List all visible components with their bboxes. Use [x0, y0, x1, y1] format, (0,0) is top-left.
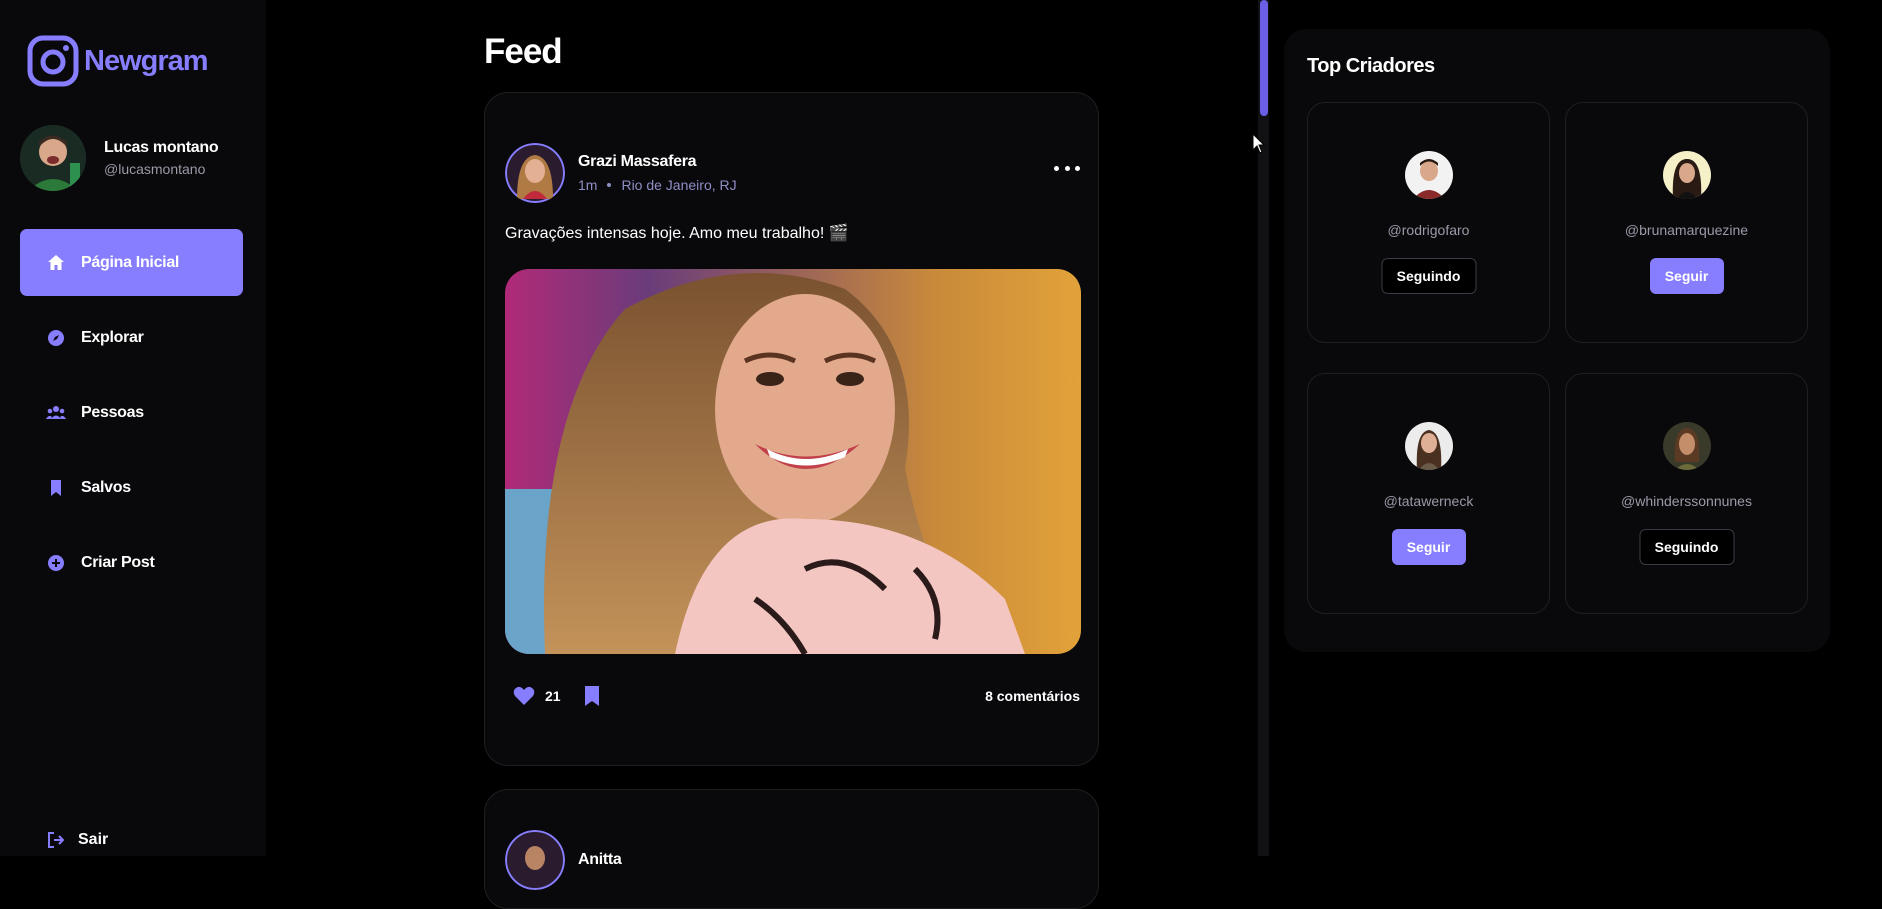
creator-handle: @brunamarquezine: [1624, 222, 1749, 238]
likes-count: 21: [545, 688, 561, 704]
nav-item-saved[interactable]: Salvos: [20, 454, 243, 521]
creator-card[interactable]: @brunamarquezine Seguir: [1565, 102, 1808, 343]
nav-item-people[interactable]: Pessoas: [20, 379, 243, 446]
scrollbar-thumb[interactable]: [1260, 0, 1268, 116]
bookmark-icon[interactable]: [583, 685, 601, 707]
nav-label-home: Página Inicial: [81, 253, 180, 271]
user-avatar: [20, 125, 86, 191]
logout-icon: [48, 832, 65, 848]
post-image[interactable]: [505, 269, 1081, 654]
profile-handle: @lucasmontano: [104, 161, 206, 177]
feed-title: Feed: [484, 32, 563, 71]
following-button[interactable]: Seguindo: [1381, 258, 1476, 294]
nav-item-explore[interactable]: Explorar: [20, 304, 243, 371]
top-creators-title: Top Criadores: [1307, 55, 1435, 77]
compass-icon: [46, 328, 66, 348]
people-icon: [46, 403, 66, 423]
top-creators-panel: Top Criadores @rodrigofaro Seguindo @bru…: [1284, 29, 1830, 652]
more-options-icon[interactable]: [1054, 163, 1080, 173]
creator-avatar: [1663, 151, 1711, 199]
creator-card[interactable]: @tatawerneck Seguir: [1307, 373, 1550, 614]
logo[interactable]: Newgram: [27, 35, 209, 87]
follow-button[interactable]: Seguir: [1649, 258, 1724, 294]
creator-card[interactable]: @rodrigofaro Seguindo: [1307, 102, 1550, 343]
post-card: Grazi Massafera 1m Rio de Janeiro, RJ Gr…: [484, 92, 1099, 766]
logout-button[interactable]: Sair: [46, 830, 108, 850]
app-name: Newgram: [84, 44, 209, 77]
post-meta: Grazi Massafera 1m Rio de Janeiro, RJ: [578, 153, 737, 193]
creator-handle: @tatawerneck: [1383, 493, 1474, 509]
separator-dot: [607, 183, 612, 187]
mouse-cursor-icon: [1252, 133, 1266, 154]
nav-label-explore: Explorar: [81, 328, 144, 346]
post-author[interactable]: Grazi Massafera: [578, 153, 737, 171]
nav-item-home[interactable]: Página Inicial: [20, 229, 243, 296]
creator-handle: @rodrigofaro: [1387, 222, 1470, 238]
follow-button[interactable]: Seguir: [1391, 529, 1466, 565]
post-location: Rio de Janeiro, RJ: [621, 177, 737, 193]
nav-label-create-post: Criar Post: [81, 553, 155, 571]
post-author-avatar[interactable]: [505, 143, 565, 203]
nav-label-people: Pessoas: [81, 403, 144, 421]
creator-handle: @whinderssonnunes: [1621, 493, 1752, 509]
post-author[interactable]: Anitta: [578, 851, 622, 869]
bookmark-icon: [46, 478, 66, 498]
post-meta: Anitta: [578, 851, 622, 869]
comments-link[interactable]: 8 comentários: [985, 688, 1080, 704]
post-card: Anitta: [484, 789, 1099, 909]
logout-label: Sair: [78, 831, 109, 848]
home-icon: [46, 253, 66, 273]
sidebar: Newgram Lucas montano @lucasmontano Pági…: [0, 0, 266, 856]
creator-avatar: [1405, 422, 1453, 470]
post-time: 1m: [578, 177, 598, 193]
post-actions: 21 8 comentários: [513, 685, 1080, 707]
plus-circle-icon: [46, 553, 66, 573]
scrollbar-track[interactable]: [1258, 0, 1269, 856]
profile-name: Lucas montano: [104, 139, 219, 156]
newgram-logo-icon: [27, 35, 79, 87]
creator-card[interactable]: @whinderssonnunes Seguindo: [1565, 373, 1808, 614]
post-header: Anitta: [505, 830, 622, 890]
creator-avatar: [1405, 151, 1453, 199]
following-button[interactable]: Seguindo: [1639, 529, 1734, 565]
heart-icon[interactable]: [513, 686, 535, 706]
post-caption: Gravações intensas hoje. Amo meu trabalh…: [505, 225, 849, 242]
post-header: Grazi Massafera 1m Rio de Janeiro, RJ: [505, 143, 737, 203]
post-author-avatar[interactable]: [505, 830, 565, 890]
nav-item-create-post[interactable]: Criar Post: [20, 529, 243, 596]
profile-text: Lucas montano @lucasmontano: [104, 139, 219, 177]
creator-avatar: [1663, 422, 1711, 470]
main-nav: Página Inicial Explorar Pessoas Salvos C…: [20, 229, 243, 604]
nav-label-saved: Salvos: [81, 478, 131, 496]
user-profile[interactable]: Lucas montano @lucasmontano: [20, 125, 219, 191]
post-subline: 1m Rio de Janeiro, RJ: [578, 177, 737, 193]
